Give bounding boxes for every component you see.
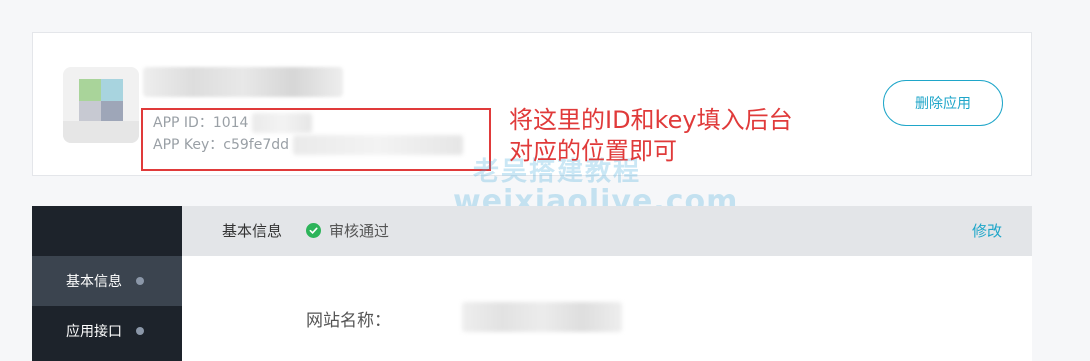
sidebar-item-label: 基本信息 [66,274,122,290]
section-title: 基本信息 [222,222,283,240]
sidebar-item-basic-info[interactable]: 基本信息 [32,256,182,306]
sidebar: 基本信息 应用接口 [32,206,182,361]
sidebar-item-app-interface[interactable]: 应用接口 [32,306,182,356]
annotation-line-2: 对应的位置即可 [509,137,677,165]
annotation-line-1: 将这里的ID和key填入后台 [509,106,793,134]
page: APP ID：1014 APP Key：c59fe7dd 老吴搭建教程 weix… [0,0,1090,361]
delete-app-button[interactable]: 删除应用 [883,80,1003,126]
dot-icon [136,277,144,285]
edit-link[interactable]: 修改 [972,220,1002,241]
app-name-redacted [143,67,343,97]
app-card: APP ID：1014 APP Key：c59fe7dd 老吴搭建教程 weix… [32,32,1032,219]
sidebar-item-label: 应用接口 [66,324,122,340]
status-badge: 审核通过 [306,220,389,241]
site-name-label: 网站名称： [306,311,391,331]
status-text: 审核通过 [329,222,390,240]
app-logo [63,67,139,143]
annotation-text: 将这里的ID和key填入后台 对应的位置即可 [509,105,793,167]
highlight-box [141,108,491,171]
site-name-redacted [462,302,622,332]
dot-icon [136,327,144,335]
main-content: 网站名称： [182,256,1032,361]
main-header: 基本信息 审核通过 修改 [182,206,1032,256]
check-circle-icon [306,223,321,238]
